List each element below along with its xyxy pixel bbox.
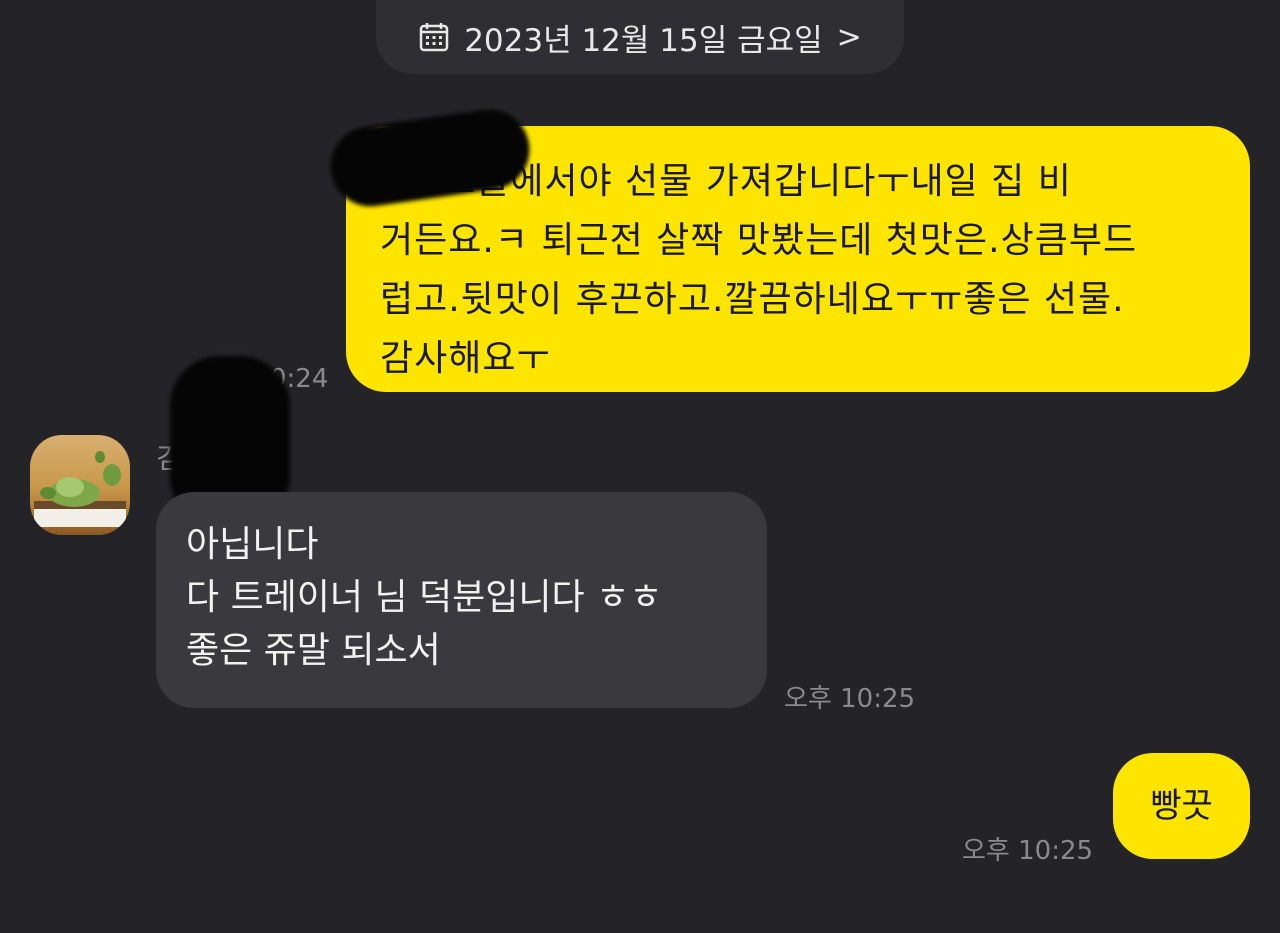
message-time: 오후 10:25 bbox=[784, 684, 916, 714]
message-text: 님! 오늘에서야 선물 가져갑니다ㅜ내일 집 비 거든요.ㅋ 퇴근전 살짝 맛봤… bbox=[380, 161, 1138, 379]
outgoing-message-bubble[interactable]: 빵끗 bbox=[1113, 753, 1250, 859]
incoming-message-bubble[interactable]: 아닙니다 다 트레이너 님 덕분입니다 ㅎㅎ 좋은 쥬말 되소서 bbox=[156, 492, 767, 708]
avatar[interactable] bbox=[30, 435, 130, 535]
calendar-icon bbox=[418, 21, 450, 53]
chevron-right-icon: > bbox=[836, 19, 862, 55]
date-label: 2023년 12월 15일 금요일 bbox=[464, 22, 823, 59]
message-time: 오후 10:25 bbox=[962, 836, 1094, 866]
message-text: 빵끗 bbox=[1150, 785, 1213, 826]
date-header[interactable]: 2023년 12월 15일 금요일 > bbox=[376, 0, 904, 74]
chat-screen: 2023년 12월 15일 금요일 > 님! 오늘에서야 선물 가져갑니다ㅜ내일… bbox=[0, 0, 1280, 933]
